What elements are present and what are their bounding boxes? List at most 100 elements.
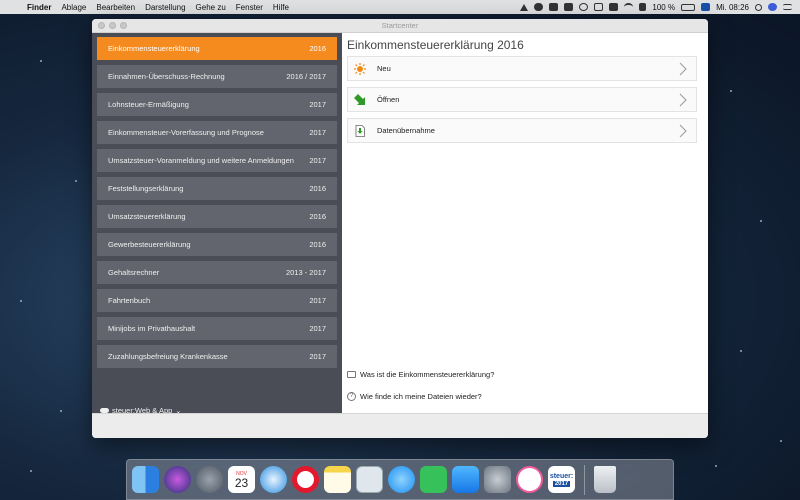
trash-icon[interactable] (594, 466, 616, 493)
startcenter-window: Startcenter Einkommensteuererklärung 201… (92, 19, 708, 438)
sync-icon[interactable] (579, 3, 589, 11)
chevron-right-icon (679, 124, 687, 138)
menu-bar: Finder Ablage Bearbeiten Darstellung Geh… (0, 0, 800, 14)
help-link-what-is[interactable]: Was ist die Einkommensteuererklärung? (347, 370, 494, 379)
volume-icon[interactable] (639, 3, 647, 11)
product-list: Einkommensteuererklärung 2016 Einnahmen-… (92, 33, 342, 368)
sidebar-item-gehaltsrechner[interactable]: Gehaltsrechner 2013 - 2017 (97, 261, 337, 284)
question-icon: ? (347, 392, 356, 401)
help-link-find-files-label: Wie finde ich meine Dateien wieder? (360, 392, 482, 401)
calendar-icon[interactable]: NOV 23 (228, 466, 255, 493)
sidebar-item-feststellungserklaerung[interactable]: Feststellungserklärung 2016 (97, 177, 337, 200)
preview-icon[interactable] (356, 466, 383, 493)
sidebar-item-year: 2016 / 2017 (286, 72, 326, 81)
sidebar-item-label: Gehaltsrechner (108, 268, 160, 277)
sidebar-item-vorerfassung-prognose[interactable]: Einkommensteuer-Vorerfassung und Prognos… (97, 121, 337, 144)
appstore-icon[interactable] (452, 466, 479, 493)
window-footer (92, 413, 708, 438)
window-title: Startcenter (381, 21, 419, 30)
sun-icon (354, 62, 366, 75)
facetime-icon[interactable] (420, 466, 447, 493)
battery-icon[interactable] (681, 3, 696, 11)
battery-percent[interactable]: 100 % (652, 3, 675, 12)
sidebar-item-gewerbesteuererklaerung[interactable]: Gewerbesteuererklärung 2016 (97, 233, 337, 256)
sidebar-item-year: 2016 (309, 212, 326, 221)
help-link-what-is-label: Was ist die Einkommensteuererklärung? (360, 370, 495, 379)
camera-icon[interactable] (564, 3, 574, 11)
menu-bearbeiten[interactable]: Bearbeiten (91, 3, 140, 12)
sidebar-item-year: 2017 (309, 324, 326, 333)
sidebar-item-lohnsteuer-ermaessigung[interactable]: Lohnsteuer-Ermäßigung 2017 (97, 93, 337, 116)
sidebar-item-zuzahlungsbefreiung[interactable]: Zuzahlungsbefreiung Krankenkasse 2017 (97, 345, 337, 368)
messages-icon[interactable] (388, 466, 415, 493)
open-button-label: Öffnen (377, 95, 400, 104)
new-button-label: Neu (377, 64, 391, 73)
dropbox-icon[interactable] (549, 3, 559, 11)
sidebar-item-label: Zuzahlungsbefreiung Krankenkasse (108, 352, 228, 361)
opera-icon[interactable] (292, 466, 319, 493)
data-import-button[interactable]: Datenübernahme (347, 118, 697, 143)
sidebar-item-label: Umsatzsteuererklärung (108, 212, 186, 221)
sidebar-item-label: Feststellungserklärung (108, 184, 184, 193)
sidebar-toggle-icon[interactable] (594, 3, 604, 11)
sidebar-item-label: Umsatzsteuer-Voranmeldung und weitere An… (108, 156, 294, 165)
dock-separator (584, 464, 585, 495)
safari-icon[interactable] (260, 466, 287, 493)
sidebar-item-fahrtenbuch[interactable]: Fahrtenbuch 2017 (97, 289, 337, 312)
new-button[interactable]: Neu (347, 56, 697, 81)
chevron-right-icon (679, 93, 687, 107)
dock: NOV 23 steuer: 2017 (126, 459, 674, 500)
calendar-day: 23 (234, 475, 249, 490)
sidebar-item-label: Fahrtenbuch (108, 296, 151, 305)
sidebar-item-label: Lohnsteuer-Ermäßigung (108, 100, 189, 109)
sidebar-item-minijobs[interactable]: Minijobs im Privathaushalt 2017 (97, 317, 337, 340)
sidebar-item-year: 2016 (309, 184, 326, 193)
open-button[interactable]: Öffnen (347, 87, 697, 112)
siri-icon[interactable] (164, 466, 191, 493)
itunes-icon[interactable] (516, 466, 543, 493)
notes-icon[interactable] (324, 466, 351, 493)
data-import-button-label: Datenübernahme (377, 126, 435, 135)
sidebar-item-year: 2013 - 2017 (285, 268, 326, 277)
menu-hilfe[interactable]: Hilfe (268, 3, 294, 12)
sidebar-item-label: Gewerbesteuererklärung (108, 240, 191, 249)
menu-gehe-zu[interactable]: Gehe zu (191, 3, 231, 12)
steuer-icon-label: steuer: (549, 473, 574, 480)
menu-ablage[interactable]: Ablage (56, 3, 91, 12)
spotlight-icon[interactable] (755, 3, 762, 11)
finder-icon[interactable] (132, 466, 159, 493)
sidebar-item-einkommensteuererklaerung[interactable]: Einkommensteuererklärung 2016 (97, 37, 337, 60)
display-icon[interactable] (609, 3, 619, 11)
notification-center-icon[interactable] (783, 4, 792, 10)
sidebar-item-umsatzsteuererklaerung[interactable]: Umsatzsteuererklärung 2016 (97, 205, 337, 228)
clock[interactable]: Mi. 08:26 (716, 3, 749, 12)
sidebar-item-label: Einnahmen-Überschuss-Rechnung (108, 72, 225, 81)
cloud-icon[interactable] (534, 3, 544, 11)
menu-fenster[interactable]: Fenster (231, 3, 268, 12)
window-content: Einkommensteuererklärung 2016 Einnahmen-… (92, 33, 708, 415)
sidebar: Einkommensteuererklärung 2016 Einnahmen-… (92, 33, 342, 415)
system-preferences-icon[interactable] (484, 466, 511, 493)
sidebar-item-year: 2017 (309, 100, 326, 109)
main-panel: Einkommensteuererklärung 2016 Neu Öffnen… (342, 33, 708, 413)
menu-finder[interactable]: Finder (22, 3, 56, 12)
steuer-icon-year: 2017 (552, 481, 571, 487)
chevron-right-icon (679, 62, 687, 76)
steuer-icon[interactable]: steuer: 2017 (548, 466, 575, 493)
sidebar-item-label: Minijobs im Privathaushalt (108, 324, 196, 333)
wifi-icon[interactable] (624, 3, 634, 11)
help-link-find-files[interactable]: ? Wie finde ich meine Dateien wieder? (347, 392, 482, 401)
drive-icon[interactable] (520, 3, 529, 11)
flag-icon[interactable] (701, 3, 711, 11)
sidebar-item-umsatzsteuer-voranmeldung[interactable]: Umsatzsteuer-Voranmeldung und weitere An… (97, 149, 337, 172)
sidebar-item-year: 2017 (309, 352, 326, 361)
sidebar-item-year: 2017 (309, 156, 326, 165)
sidebar-item-year: 2017 (309, 128, 326, 137)
sidebar-item-year: 2016 (309, 44, 326, 53)
siri-menu-icon[interactable] (768, 3, 777, 11)
sidebar-item-euer[interactable]: Einnahmen-Überschuss-Rechnung 2016 / 201… (97, 65, 337, 88)
sidebar-item-year: 2016 (309, 240, 326, 249)
title-bar[interactable]: Startcenter (92, 19, 708, 33)
launchpad-icon[interactable] (196, 466, 223, 493)
menu-darstellung[interactable]: Darstellung (140, 3, 190, 12)
